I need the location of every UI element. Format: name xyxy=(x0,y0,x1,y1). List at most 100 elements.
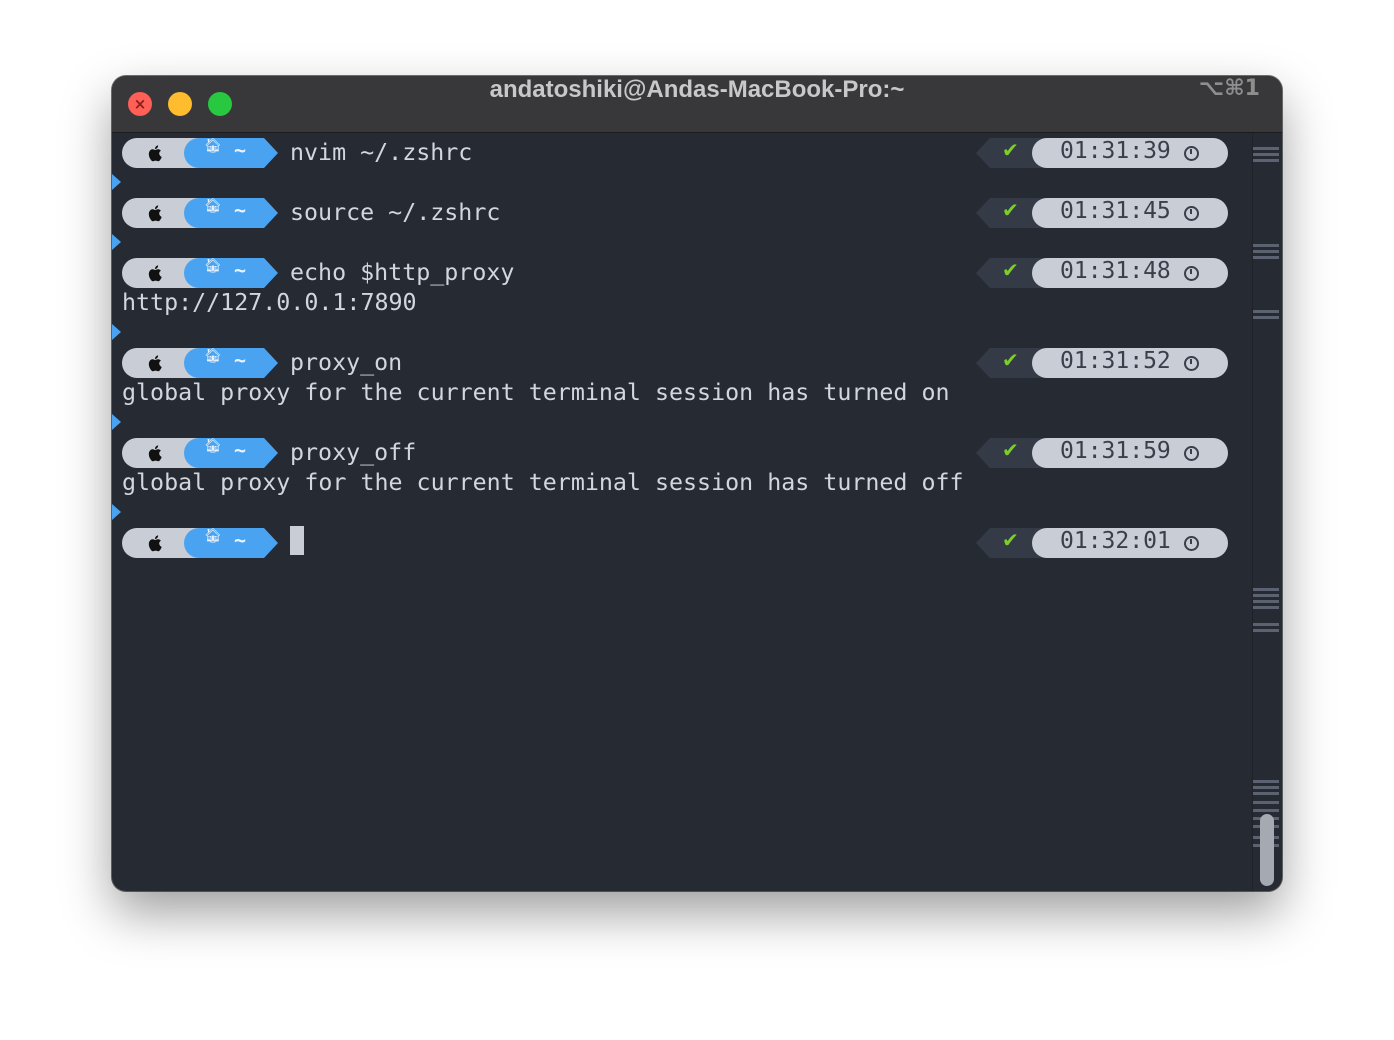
timestamp: 01:31:52 xyxy=(1060,348,1171,374)
clock-icon xyxy=(1184,206,1199,221)
prompt-left-segments: 🏠︎ ~ xyxy=(122,198,278,228)
segment-arrow xyxy=(976,138,990,168)
directory-segment: 🏠︎ ~ xyxy=(184,198,264,228)
directory-segment: 🏠︎ ~ xyxy=(184,258,264,288)
timestamp: 01:31:59 xyxy=(1060,438,1171,464)
home-icon: 🏠︎ xyxy=(204,138,222,154)
command-text: nvim ~/.zshrc xyxy=(290,139,473,166)
scroll-marker xyxy=(1253,600,1279,603)
scroll-marker xyxy=(1253,809,1279,812)
output-text: global proxy for the current terminal se… xyxy=(122,379,950,406)
directory-label: ~ xyxy=(234,258,247,282)
text-cursor xyxy=(290,526,304,555)
prompt-line: 🏠︎ ~ nvim ~/.zshrc ✔ 01:31:39 xyxy=(112,133,1252,168)
clock-icon xyxy=(1184,536,1199,551)
command-text: source ~/.zshrc xyxy=(290,199,501,226)
prompt-left-segments: 🏠︎ ~ xyxy=(122,528,278,558)
timestamp: 01:32:01 xyxy=(1060,528,1171,554)
scroll-marker xyxy=(1253,588,1279,591)
tab-shortcut: ⌥⌘1 xyxy=(1198,76,1260,101)
scroll-marker xyxy=(1253,147,1279,150)
segment-arrow xyxy=(976,438,990,468)
clock-icon xyxy=(1184,266,1199,281)
time-segment: 01:31:59 xyxy=(1032,438,1228,468)
clock-icon xyxy=(1184,356,1199,371)
checkmark-icon: ✔ xyxy=(1002,438,1019,462)
prompt-line: 🏠︎ ~ source ~/.zshrc ✔ 01:31:45 xyxy=(112,193,1252,228)
directory-segment: 🏠︎ ~ xyxy=(184,438,264,468)
scroll-marker xyxy=(1253,310,1279,313)
directory-label: ~ xyxy=(234,348,247,372)
prompt-line: 🏠︎ ~ proxy_off ✔ 01:31:59 xyxy=(112,433,1252,468)
scroll-marker xyxy=(1253,159,1279,162)
prompt-right-segments: ✔ 01:31:59 xyxy=(976,438,1228,468)
prompt-left-segments: 🏠︎ ~ xyxy=(122,348,278,378)
apple-icon xyxy=(146,438,166,468)
timestamp: 01:31:48 xyxy=(1060,258,1171,284)
scroll-marker xyxy=(1253,594,1279,597)
clock-icon xyxy=(1184,446,1199,461)
apple-icon xyxy=(146,348,166,378)
directory-segment: 🏠︎ ~ xyxy=(184,348,264,378)
command-text: echo $http_proxy xyxy=(290,259,515,286)
output-text: http://127.0.0.1:7890 xyxy=(122,289,417,316)
directory-segment: 🏠︎ ~ xyxy=(184,138,264,168)
timestamp: 01:31:45 xyxy=(1060,198,1171,224)
checkmark-icon: ✔ xyxy=(1002,348,1019,372)
scroll-marker xyxy=(1253,792,1279,795)
home-icon: 🏠︎ xyxy=(204,198,222,214)
time-segment: 01:31:45 xyxy=(1032,198,1228,228)
output-text: global proxy for the current terminal se… xyxy=(122,469,964,496)
checkmark-icon: ✔ xyxy=(1002,258,1019,282)
segment-arrow xyxy=(264,258,278,288)
title-bar[interactable]: × andatoshiki@Andas-MacBook-Pro:~ ⌥⌘1 xyxy=(112,76,1282,133)
directory-label: ~ xyxy=(234,528,247,552)
directory-label: ~ xyxy=(234,138,247,162)
apple-icon xyxy=(146,258,166,288)
prompt-left-segments: 🏠︎ ~ xyxy=(122,258,278,288)
scroll-marker xyxy=(1253,244,1279,247)
prompt-right-segments: ✔ 01:31:52 xyxy=(976,348,1228,378)
segment-arrow xyxy=(264,138,278,168)
checkmark-icon: ✔ xyxy=(1002,528,1019,552)
prompt-right-segments: ✔ 01:31:45 xyxy=(976,198,1228,228)
checkmark-icon: ✔ xyxy=(1002,138,1019,162)
scroll-marker xyxy=(1253,256,1279,259)
command-text: proxy_off xyxy=(290,439,417,466)
segment-arrow xyxy=(976,198,990,228)
home-icon: 🏠︎ xyxy=(204,348,222,364)
chevron-right-icon xyxy=(112,324,121,340)
segment-arrow xyxy=(976,348,990,378)
segment-arrow xyxy=(264,348,278,378)
prompt-left-segments: 🏠︎ ~ xyxy=(122,438,278,468)
time-segment: 01:31:52 xyxy=(1032,348,1228,378)
checkmark-icon: ✔ xyxy=(1002,198,1019,222)
scroll-marker xyxy=(1253,250,1279,253)
scrollbar-thumb[interactable] xyxy=(1260,814,1274,886)
scroll-marker xyxy=(1253,316,1279,319)
apple-icon xyxy=(146,138,166,168)
timestamp: 01:31:39 xyxy=(1060,138,1171,164)
prompt-right-segments: ✔ 01:31:39 xyxy=(976,138,1228,168)
scroll-marker xyxy=(1253,801,1279,804)
segment-arrow xyxy=(264,438,278,468)
scroll-marker xyxy=(1253,606,1279,609)
terminal-content[interactable]: 🏠︎ ~ nvim ~/.zshrc ✔ 01:31:39 🏠︎ ~ source ~/.zs… xyxy=(112,133,1252,891)
segment-arrow xyxy=(976,528,990,558)
home-icon: 🏠︎ xyxy=(204,528,222,544)
segment-arrow xyxy=(264,528,278,558)
chevron-right-icon xyxy=(112,414,121,430)
prompt-left-segments: 🏠︎ ~ xyxy=(122,138,278,168)
prompt-line: 🏠︎ ~ proxy_on ✔ 01:31:52 xyxy=(112,343,1252,378)
terminal-window: × andatoshiki@Andas-MacBook-Pro:~ ⌥⌘1 🏠︎… xyxy=(112,76,1282,891)
clock-icon xyxy=(1184,146,1199,161)
directory-segment: 🏠︎ ~ xyxy=(184,528,264,558)
time-segment: 01:31:48 xyxy=(1032,258,1228,288)
time-segment: 01:32:01 xyxy=(1032,528,1228,558)
prompt-line: 🏠︎ ~ ✔ 01:32:01 xyxy=(112,523,1252,558)
home-icon: 🏠︎ xyxy=(204,438,222,454)
scroll-marker xyxy=(1253,623,1279,626)
command-text: proxy_on xyxy=(290,349,403,376)
window-title: andatoshiki@Andas-MacBook-Pro:~ xyxy=(489,76,905,103)
directory-label: ~ xyxy=(234,198,247,222)
